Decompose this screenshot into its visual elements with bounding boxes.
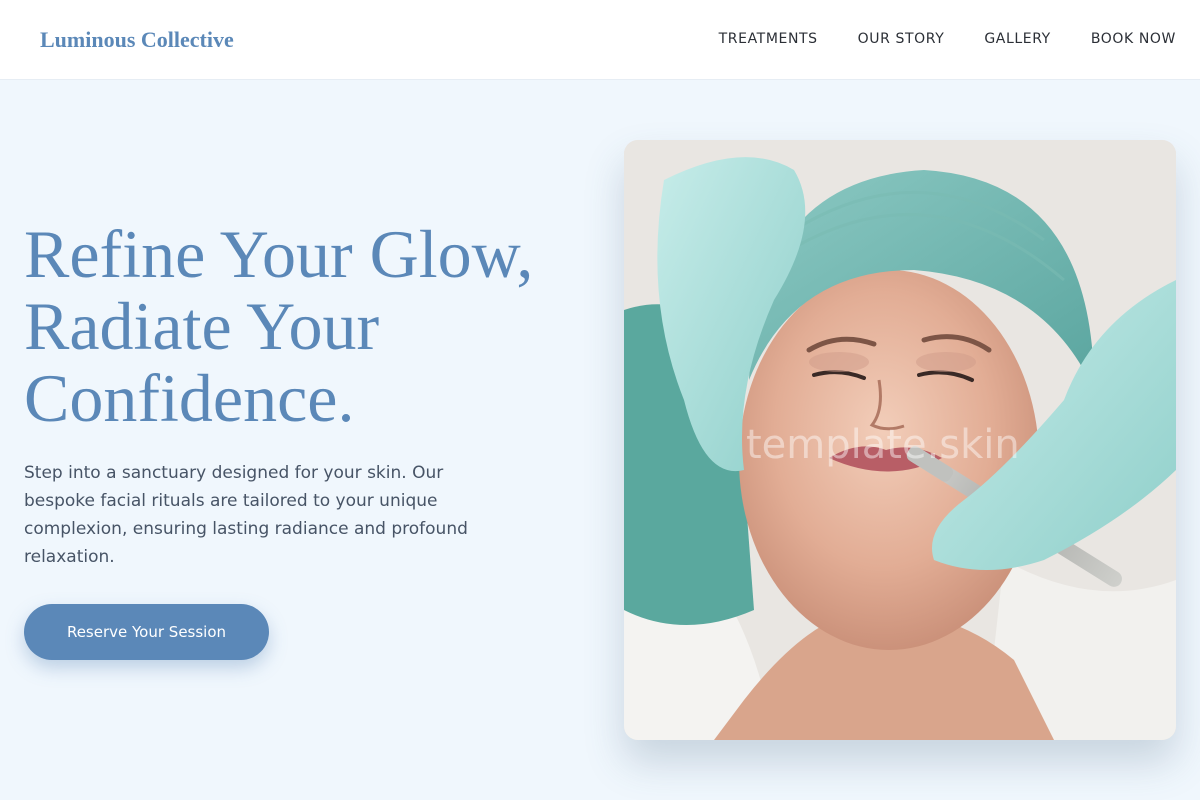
hero-title: Refine Your Glow, Radiate Your Confidenc… [24,218,604,434]
reserve-session-button[interactable]: Reserve Your Session [24,604,269,660]
hero-description: Step into a sanctuary designed for your … [24,463,468,567]
hero-title-line: Radiate Your [24,288,380,364]
nav-item-gallery[interactable]: GALLERY [984,31,1050,47]
nav-item-book-now[interactable]: BOOK NOW [1091,31,1176,47]
nav-item-treatments[interactable]: TREATMENTS [719,31,818,47]
main-nav: TREATMENTS OUR STORY GALLERY BOOK NOW [719,0,1176,78]
brand-logo-link[interactable]: Luminous Collective [24,18,250,62]
watermark-text: template.skin [746,422,1020,468]
facial-treatment-illustration: template.skin [624,140,1176,740]
hero-title-line: Confidence. [24,360,355,436]
site-header: Luminous Collective TREATMENTS OUR STORY… [0,0,1200,80]
hero-title-line: Refine Your Glow, [24,216,534,292]
nav-item-our-story[interactable]: OUR STORY [858,31,945,47]
hero-image: template.skin [624,140,1176,740]
